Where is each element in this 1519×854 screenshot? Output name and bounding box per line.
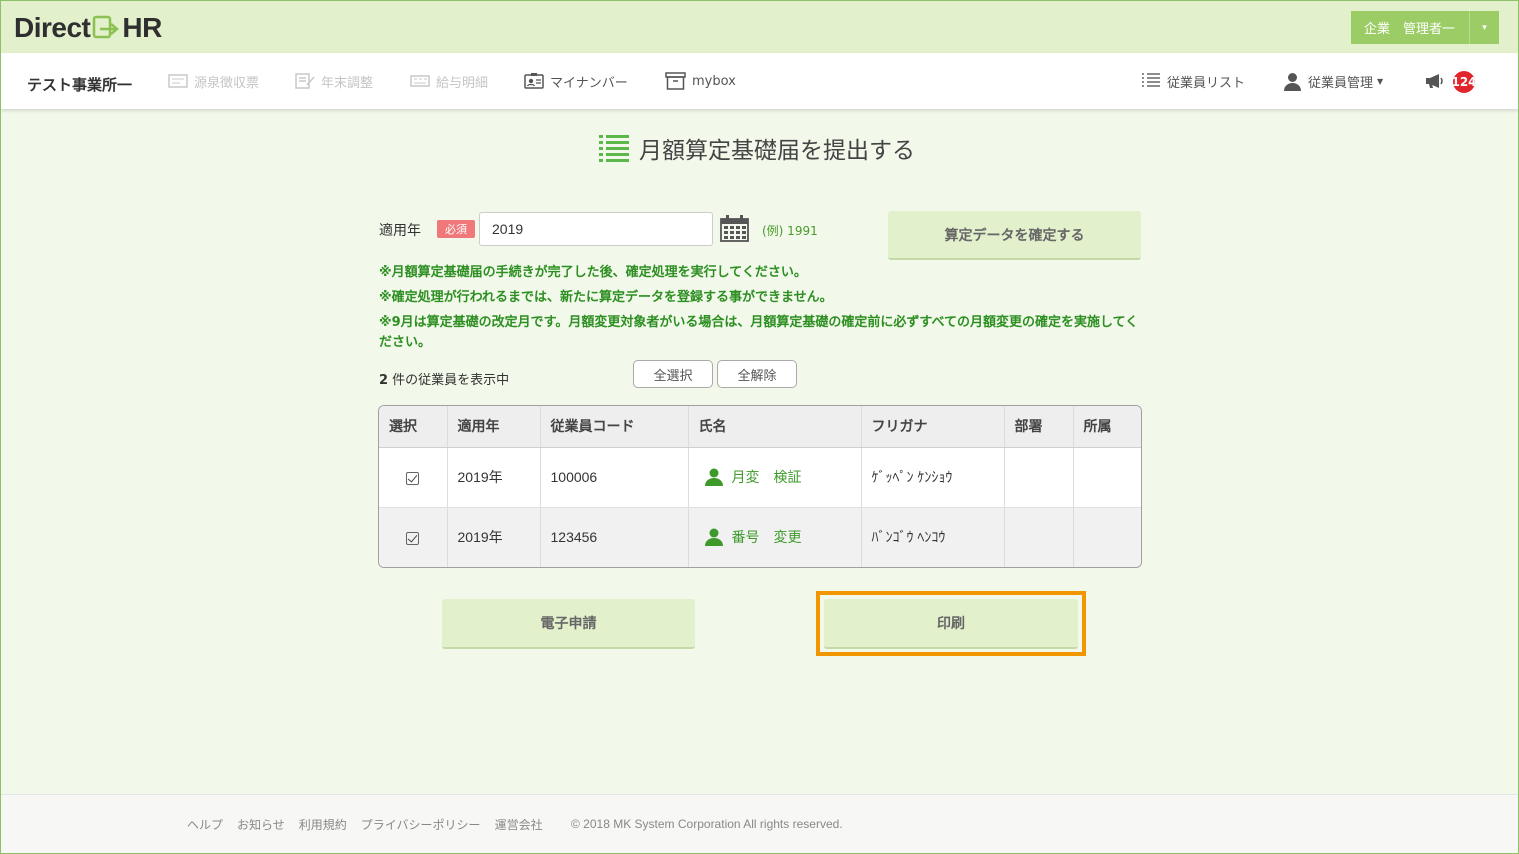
cell-year: 2019年 bbox=[447, 447, 541, 508]
footer-link-help[interactable]: ヘルプ bbox=[187, 816, 223, 833]
column-header-name: 氏名 bbox=[688, 406, 862, 448]
row-checkbox[interactable] bbox=[406, 471, 420, 485]
result-count: 2 件の従業員を表示中 bbox=[379, 369, 509, 388]
row-checkbox-cell[interactable] bbox=[379, 507, 448, 567]
footer-link-privacy[interactable]: プライバシーポリシー bbox=[361, 816, 481, 833]
main-navbar: テスト事業所一 源泉徴収票 年末調整 給与明細 マイナンバー mybox 従業員… bbox=[1, 53, 1518, 109]
footer-link-company[interactable]: 運営会社 bbox=[495, 816, 543, 833]
chevron-down-icon: ▼ bbox=[1377, 76, 1384, 86]
table-header-row: 選択 適用年 従業員コード 氏名 フリガナ 部署 所属 bbox=[379, 406, 1141, 448]
document-edit-icon bbox=[295, 73, 315, 89]
user-icon bbox=[1284, 72, 1301, 91]
nav-item-label: 年末調整 bbox=[321, 75, 374, 91]
logo-text-hr: HR bbox=[122, 12, 162, 43]
cell-name[interactable]: 番号 変更 bbox=[688, 507, 862, 567]
cell-affiliation bbox=[1073, 447, 1141, 508]
column-header-affiliation: 所属 bbox=[1073, 406, 1141, 448]
year-example-hint: (例) 1991 bbox=[762, 224, 818, 238]
nav-item-my-number[interactable]: マイナンバー bbox=[524, 70, 628, 92]
column-header-year: 適用年 bbox=[447, 406, 541, 448]
page-footer: ヘルプ お知らせ 利用規約 プライバシーポリシー 運営会社 © 2018 MK … bbox=[1, 794, 1518, 853]
employee-name-link[interactable]: 番号 変更 bbox=[699, 527, 861, 547]
cell-kana: ｹﾞｯﾍﾟﾝ ｹﾝｼｮｳ bbox=[861, 447, 1005, 508]
notification-badge: 124 bbox=[1453, 71, 1475, 93]
nav-employee-manage[interactable]: 従業員管理 ▼ bbox=[1283, 70, 1383, 92]
row-checkbox[interactable] bbox=[406, 531, 420, 545]
notice-line: ※月額算定基礎届の手続きが完了した後、確定処理を実行してください。 bbox=[379, 265, 807, 280]
electronic-application-button[interactable]: 電子申請 bbox=[442, 599, 695, 649]
result-count-number: 2 bbox=[379, 373, 389, 388]
result-count-text: 件の従業員を表示中 bbox=[388, 373, 510, 388]
employee-name-text: 月変 検証 bbox=[731, 470, 802, 486]
deselect-all-button[interactable]: 全解除 bbox=[717, 360, 797, 388]
cell-affiliation bbox=[1073, 507, 1141, 567]
app-logo[interactable]: Direct HR bbox=[14, 11, 162, 45]
cell-dept bbox=[1004, 507, 1074, 567]
page-title-text: 月額算定基礎届を提出する bbox=[639, 138, 915, 164]
list-icon bbox=[1142, 73, 1160, 87]
cell-kana: ﾊﾞﾝｺﾞｳ ﾍﾝｺｳ bbox=[861, 507, 1005, 567]
nav-item-year-end: 年末調整 bbox=[295, 70, 373, 92]
confirm-calculation-button[interactable]: 算定データを確定する bbox=[888, 211, 1141, 260]
office-name[interactable]: テスト事業所一 bbox=[27, 74, 132, 95]
cell-dept bbox=[1004, 447, 1074, 508]
notification-button[interactable] bbox=[1424, 70, 1452, 92]
logo-text-direct: Direct bbox=[14, 12, 91, 43]
notice-line: ※9月は算定基礎の改定月です。月額変更対象者がいる場合は、月額算定基礎の確定前に… bbox=[379, 315, 1139, 350]
payslip-icon bbox=[410, 75, 430, 87]
required-badge: 必須 bbox=[437, 220, 475, 238]
year-input[interactable] bbox=[479, 212, 713, 246]
list-icon bbox=[599, 135, 629, 162]
chevron-down-icon[interactable]: ▾ bbox=[1469, 11, 1499, 44]
employee-name-link[interactable]: 月変 検証 bbox=[699, 467, 861, 487]
nav-employee-list-label: 従業員リスト bbox=[1167, 75, 1246, 91]
column-header-select: 選択 bbox=[379, 406, 448, 448]
user-icon bbox=[704, 528, 723, 546]
nav-item-withholding: 源泉徴収票 bbox=[168, 70, 259, 92]
column-header-code: 従業員コード bbox=[540, 406, 689, 448]
cell-name[interactable]: 月変 検証 bbox=[688, 447, 862, 508]
employee-name-text: 番号 変更 bbox=[731, 530, 802, 546]
top-header: Direct HR 企業 管理者一 ▾ bbox=[1, 1, 1518, 53]
user-icon bbox=[704, 468, 723, 486]
megaphone-icon bbox=[1426, 74, 1443, 88]
nav-item-label: mybox bbox=[692, 73, 736, 89]
employee-table: 選択 適用年 従業員コード 氏名 フリガナ 部署 所属 2019年 100006… bbox=[378, 405, 1142, 568]
column-header-kana: フリガナ bbox=[861, 406, 1005, 448]
nav-item-mybox[interactable]: mybox bbox=[665, 70, 736, 92]
cell-code: 100006 bbox=[540, 447, 689, 508]
nav-employee-manage-label: 従業員管理 bbox=[1308, 75, 1374, 91]
nav-item-payslip: 給与明細 bbox=[410, 70, 488, 92]
print-button[interactable]: 印刷 bbox=[824, 599, 1078, 649]
table-row[interactable]: 2019年 123456 番号 変更 ﾊﾞﾝｺﾞｳ ﾍﾝｺｳ bbox=[379, 507, 1141, 567]
row-checkbox-cell[interactable] bbox=[379, 447, 448, 508]
footer-links: ヘルプ お知らせ 利用規約 プライバシーポリシー 運営会社 bbox=[187, 816, 557, 833]
nav-item-label: マイナンバー bbox=[550, 75, 628, 91]
user-menu-label: 企業 管理者一 bbox=[1363, 22, 1455, 37]
calendar-icon[interactable] bbox=[720, 215, 749, 242]
logo-mark-icon bbox=[93, 15, 120, 39]
table-row[interactable]: 2019年 100006 月変 検証 ｹﾞｯﾍﾟﾝ ｹﾝｼｮｳ bbox=[379, 447, 1141, 508]
nav-item-label: 給与明細 bbox=[436, 75, 489, 91]
user-menu-button[interactable]: 企業 管理者一 ▾ bbox=[1350, 11, 1499, 44]
copyright-text: © 2018 MK System Corporation All rights … bbox=[571, 817, 843, 831]
column-header-dept: 部署 bbox=[1004, 406, 1074, 448]
footer-link-news[interactable]: お知らせ bbox=[237, 816, 285, 833]
box-icon bbox=[665, 72, 686, 90]
notice-line: ※確定処理が行われるまでは、新たに算定データを登録する事ができません。 bbox=[379, 290, 833, 305]
cell-code: 123456 bbox=[540, 507, 689, 567]
receipt-icon bbox=[168, 74, 188, 88]
footer-link-terms[interactable]: 利用規約 bbox=[299, 816, 347, 833]
select-all-button[interactable]: 全選択 bbox=[633, 360, 713, 388]
nav-employee-list[interactable]: 従業員リスト bbox=[1141, 70, 1245, 92]
id-card-icon bbox=[524, 73, 544, 89]
nav-item-label: 源泉徴収票 bbox=[194, 75, 260, 91]
page-title: 月額算定基礎届を提出する bbox=[599, 132, 915, 164]
year-label: 適用年 bbox=[379, 223, 421, 239]
notice-messages: ※月額算定基礎届の手続きが完了した後、確定処理を実行してください。 ※確定処理が… bbox=[379, 263, 1139, 358]
cell-year: 2019年 bbox=[447, 507, 541, 567]
